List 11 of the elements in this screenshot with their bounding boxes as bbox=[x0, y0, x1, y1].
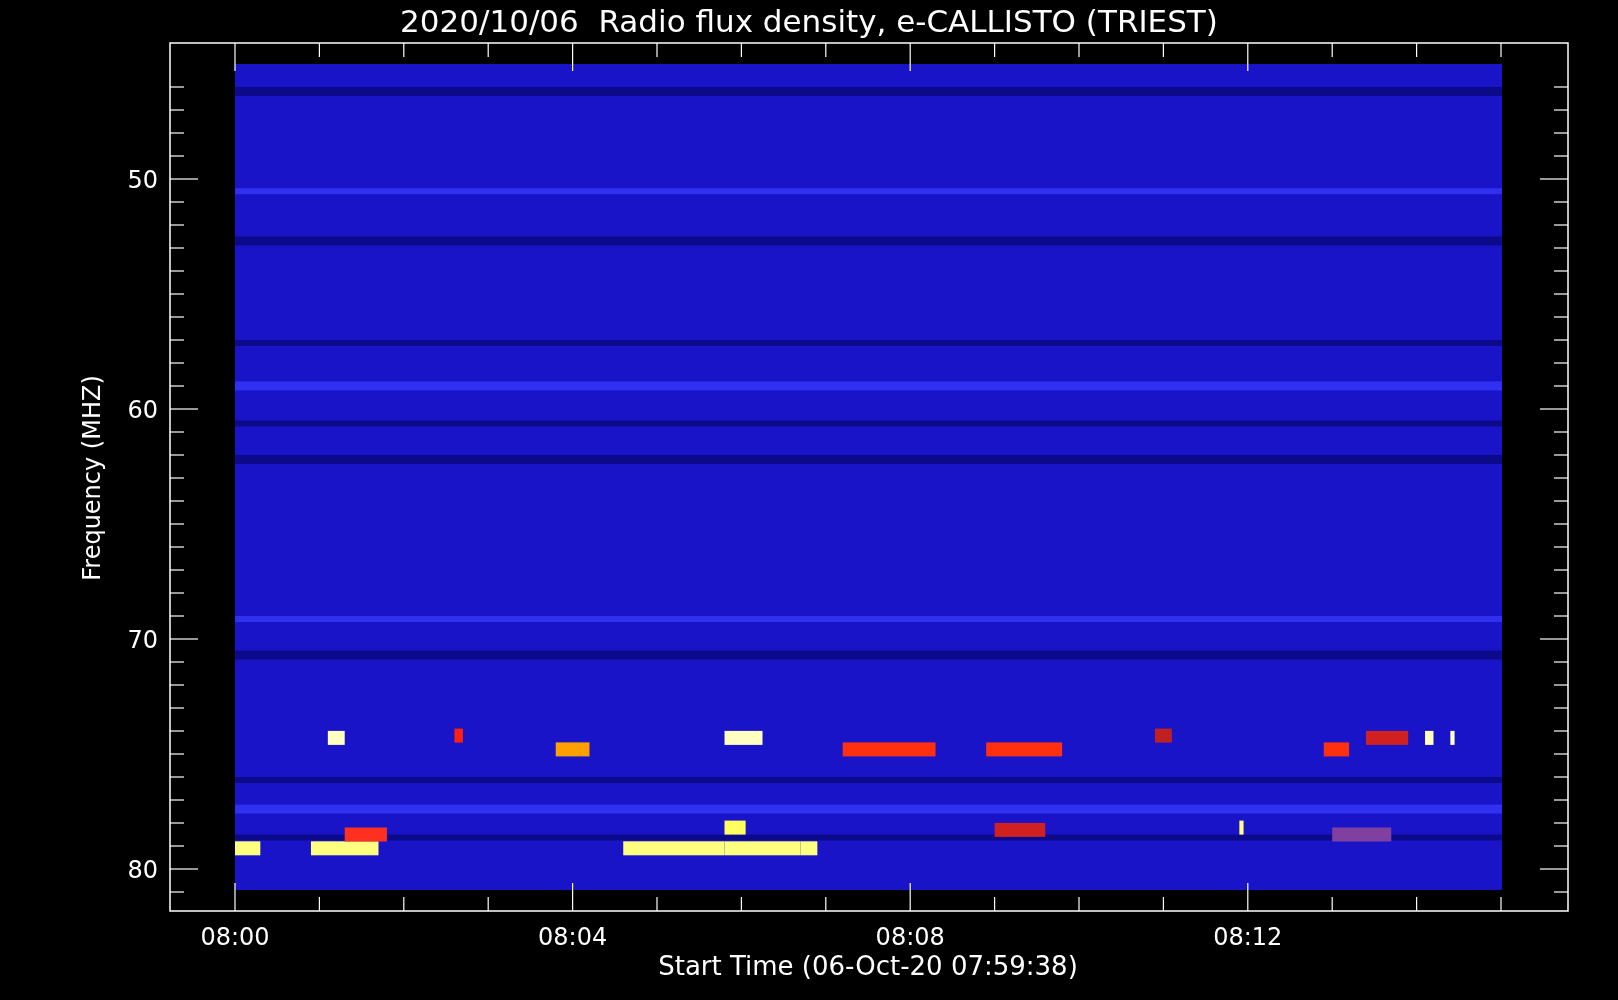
chart-title: 2020/10/06 Radio flux density, e-CALLISTO (TRIEST) bbox=[400, 3, 1218, 39]
x-tick-label: 08:08 bbox=[875, 923, 945, 951]
y-tick-label: 50 bbox=[127, 166, 158, 194]
y-tick-label: 60 bbox=[127, 396, 158, 424]
y-tick-label: 80 bbox=[127, 856, 158, 884]
x-axis-label: Start Time (06-Oct-20 07:59:38) bbox=[658, 951, 1078, 981]
x-tick-label: 08:04 bbox=[538, 923, 608, 951]
y-tick-label: 70 bbox=[127, 626, 158, 654]
x-tick-label: 08:12 bbox=[1213, 923, 1283, 951]
x-tick-label: 08:00 bbox=[200, 923, 270, 951]
y-axis-label: Frequency (MHZ) bbox=[78, 375, 106, 581]
